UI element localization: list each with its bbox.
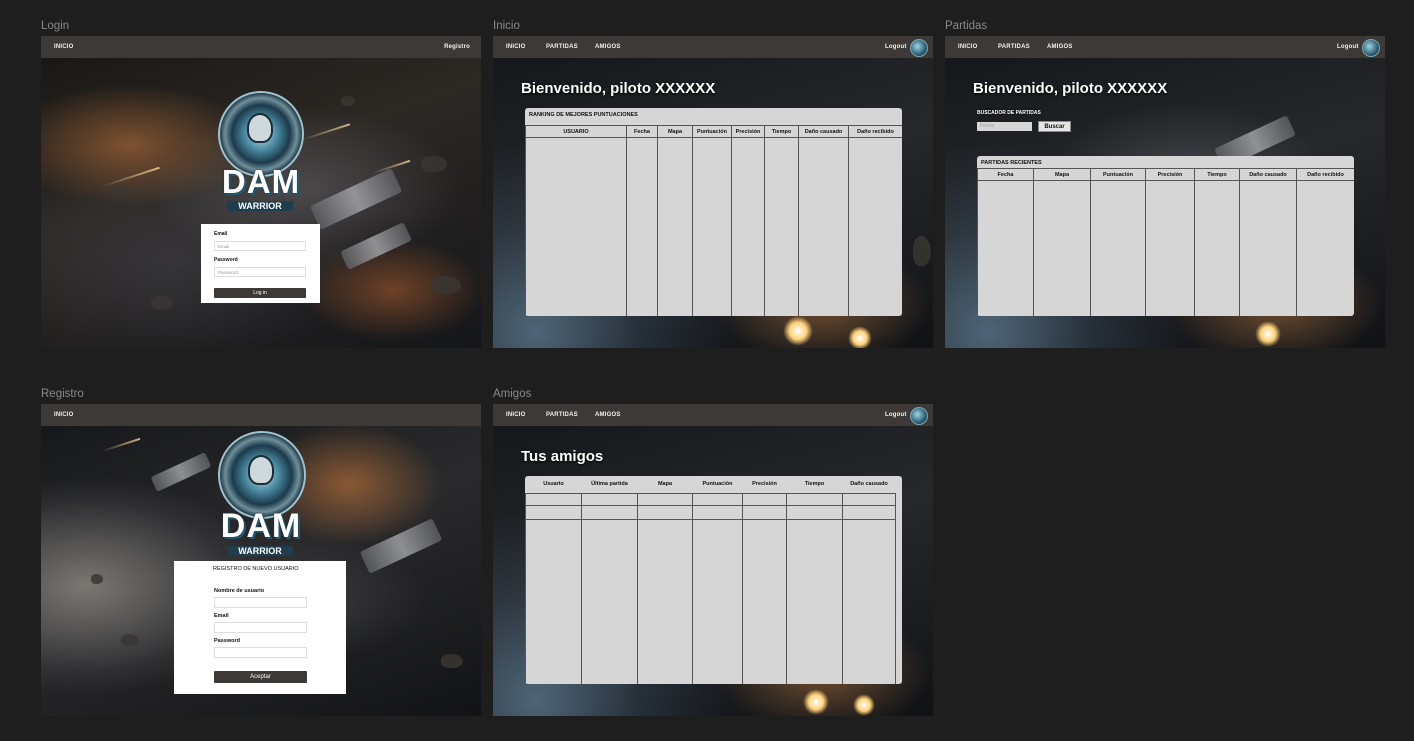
email-label: Email — [214, 231, 228, 237]
ranking-panel: RANKING DE MEJORES PUNTUACIONES USUARIO … — [525, 108, 902, 316]
login-card: Email Email Password Password Log in — [201, 224, 320, 303]
friends-heading: Tus amigos — [521, 448, 604, 465]
recent-body — [977, 180, 1354, 316]
nav-amigos-link[interactable]: AMIGOS — [595, 36, 621, 58]
login-topbar: INICIO Registro — [41, 36, 481, 58]
nav-partidas-link[interactable]: PARTIDAS — [546, 36, 578, 58]
username-field[interactable] — [214, 597, 307, 608]
nav-partidas-link[interactable]: PARTIDAS — [546, 404, 578, 426]
login-frame: INICIO Registro DAM WARRIOR Email Email … — [41, 36, 481, 348]
nav-registro-link[interactable]: Registro — [444, 36, 470, 58]
amigos-topbar: INICIO PARTIDAS AMIGOS Logout — [493, 404, 933, 426]
password-label: Password — [214, 257, 238, 263]
frame-label-amigos: Amigos — [493, 388, 532, 400]
nav-inicio-link[interactable]: INICIO — [958, 36, 978, 58]
password-field[interactable] — [214, 647, 307, 658]
column-header[interactable]: Daño causado — [1239, 168, 1297, 181]
frame-label-inicio: Inicio — [493, 20, 520, 32]
ranking-title: RANKING DE MEJORES PUNTUACIONES — [529, 112, 638, 118]
username-label: Nombre de usuario — [214, 588, 265, 594]
column-header[interactable]: Precisión — [743, 476, 787, 493]
column-header[interactable]: Última partida — [582, 476, 638, 493]
welcome-heading: Bienvenido, piloto XXXXXX — [521, 80, 716, 97]
date-search-input[interactable]: Fecha — [977, 122, 1032, 131]
dam-warrior-logo: DAM WARRIOR — [201, 91, 321, 216]
ranking-header-row: USUARIO Fecha Mapa Puntuación Precisión … — [525, 125, 902, 138]
nav-logout-link[interactable]: Logout — [1337, 36, 1359, 58]
column-header[interactable]: Daño causado — [798, 125, 849, 138]
nav-inicio-link[interactable]: INICIO — [506, 404, 526, 426]
recent-matches-table: Fecha Mapa Puntuación Precisión Tiempo D… — [977, 168, 1354, 316]
frame-label-registro: Registro — [41, 388, 84, 400]
recent-header-row: Fecha Mapa Puntuación Precisión Tiempo D… — [977, 168, 1354, 181]
password-label: Password — [214, 638, 240, 644]
column-header[interactable]: Puntuación — [692, 125, 732, 138]
partidas-frame: INICIO PARTIDAS AMIGOS Logout Bienvenido… — [945, 36, 1385, 348]
register-title: REGISTRO DE NUEVO USUARIO — [213, 566, 299, 572]
column-header[interactable]: Usuario — [526, 476, 582, 493]
registro-frame: INICIO DAM WARRIOR REGISTRO DE NUEVO USU… — [41, 404, 481, 716]
column-header[interactable]: Mapa — [1033, 168, 1091, 181]
column-header[interactable]: Daño causado — [843, 476, 896, 493]
nav-partidas-link[interactable]: PARTIDAS — [998, 36, 1030, 58]
email-label: Email — [214, 613, 229, 619]
column-header[interactable]: Tiempo — [787, 476, 843, 493]
registro-topbar: INICIO — [41, 404, 481, 426]
column-header[interactable]: Tiempo — [1194, 168, 1240, 181]
column-header[interactable]: Tiempo — [764, 125, 799, 138]
column-header[interactable]: Puntuación — [1090, 168, 1146, 181]
accept-button[interactable]: Aceptar — [214, 671, 307, 683]
column-header[interactable]: Daño recibido — [1296, 168, 1354, 181]
column-header[interactable]: Precisión — [1145, 168, 1195, 181]
logo-title: DAM — [221, 163, 301, 200]
friends-table: Usuario Última partida Mapa Puntuación P… — [525, 476, 896, 684]
logo-subtitle: WARRIOR — [227, 201, 293, 211]
avatar-icon[interactable] — [1362, 39, 1380, 57]
nav-logout-link[interactable]: Logout — [885, 36, 907, 58]
friends-header-row: Usuario Última partida Mapa Puntuación P… — [526, 476, 896, 493]
scrollbar[interactable] — [895, 493, 902, 684]
nav-amigos-link[interactable]: AMIGOS — [1047, 36, 1073, 58]
friends-panel: Usuario Última partida Mapa Puntuación P… — [525, 476, 902, 684]
search-button[interactable]: Buscar — [1038, 121, 1071, 132]
column-header[interactable]: Fecha — [977, 168, 1034, 181]
amigos-frame: INICIO PARTIDAS AMIGOS Logout Tus amigos… — [493, 404, 933, 716]
nav-inicio-link[interactable]: INICIO — [506, 36, 526, 58]
inicio-frame: INICIO PARTIDAS AMIGOS Logout Bienvenido… — [493, 36, 933, 348]
ranking-table: USUARIO Fecha Mapa Puntuación Precisión … — [525, 125, 902, 316]
nav-amigos-link[interactable]: AMIGOS — [595, 404, 621, 426]
nav-inicio-link[interactable]: INICIO — [54, 404, 74, 426]
frame-label-login: Login — [41, 20, 70, 32]
welcome-heading: Bienvenido, piloto XXXXXX — [973, 80, 1168, 97]
avatar-icon[interactable] — [910, 407, 928, 425]
table-row[interactable] — [525, 492, 896, 505]
logo-title: DAM — [220, 507, 302, 545]
column-header[interactable]: Puntuación — [693, 476, 743, 493]
avatar-icon[interactable] — [910, 39, 928, 57]
dam-warrior-logo: DAM WARRIOR — [201, 431, 321, 559]
email-field[interactable]: Email — [214, 241, 306, 251]
inicio-topbar: INICIO PARTIDAS AMIGOS Logout — [493, 36, 933, 58]
password-field[interactable]: Password — [214, 267, 306, 277]
nav-logout-link[interactable]: Logout — [885, 404, 907, 426]
table-row[interactable] — [525, 504, 896, 519]
email-field[interactable] — [214, 622, 307, 633]
nav-inicio-link[interactable]: INICIO — [54, 36, 74, 58]
login-button[interactable]: Log in — [214, 288, 306, 298]
column-header[interactable]: Mapa — [657, 125, 693, 138]
logo-subtitle: WARRIOR — [227, 546, 293, 556]
frame-label-partidas: Partidas — [945, 20, 988, 32]
recent-matches-title: PARTIDAS RECIENTES — [981, 160, 1042, 166]
recent-matches-panel: PARTIDAS RECIENTES Fecha Mapa Puntuación… — [977, 156, 1354, 316]
search-label: BUSCADOR DE PARTIDAS — [977, 110, 1041, 116]
column-header[interactable]: Precisión — [731, 125, 765, 138]
column-header[interactable]: Fecha — [626, 125, 658, 138]
register-card: REGISTRO DE NUEVO USUARIO Nombre de usua… — [174, 561, 346, 694]
table-row[interactable] — [525, 518, 896, 684]
partidas-topbar: INICIO PARTIDAS AMIGOS Logout — [945, 36, 1385, 58]
column-header[interactable]: USUARIO — [525, 125, 627, 138]
column-header[interactable]: Daño recibido — [848, 125, 902, 138]
column-header[interactable]: Mapa — [638, 476, 693, 493]
ranking-body — [525, 137, 902, 316]
